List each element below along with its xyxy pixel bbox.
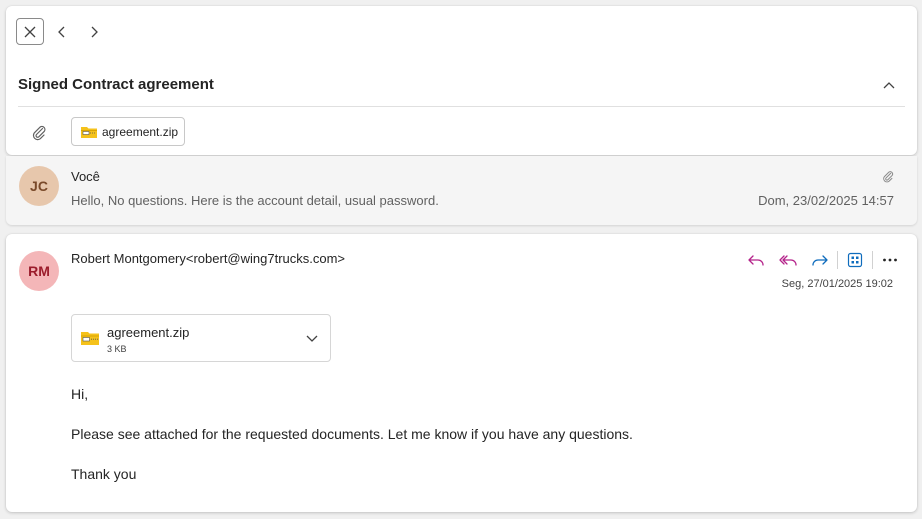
paperclip-icon — [32, 125, 46, 141]
message-body-text: Please see attached for the requested do… — [71, 426, 633, 442]
forward-button[interactable] — [804, 248, 836, 272]
zip-folder-icon — [81, 126, 97, 138]
separator — [872, 251, 873, 269]
attachment-size: 3 KB — [107, 344, 127, 354]
apps-button[interactable] — [839, 248, 871, 272]
attachment-card[interactable]: agreement.zip 3 KB — [71, 314, 331, 362]
reply-button[interactable] — [740, 248, 772, 272]
close-icon — [24, 26, 36, 37]
message-actions — [740, 248, 906, 272]
message-date: Dom, 23/02/2025 14:57 — [758, 193, 894, 208]
paperclip-icon — [883, 171, 894, 183]
message-sender[interactable]: Robert Montgomery<robert@wing7trucks.com… — [71, 251, 345, 266]
avatar: RM — [19, 251, 59, 291]
next-message-button[interactable] — [82, 18, 106, 45]
reply-icon — [748, 255, 764, 266]
close-button[interactable] — [16, 18, 44, 45]
conversation-header: Signed Contract agreement agreement.zip — [6, 6, 917, 155]
forward-icon — [812, 255, 828, 266]
apps-icon — [847, 252, 863, 268]
message-body-greeting: Hi, — [71, 386, 89, 402]
chevron-left-icon — [58, 26, 65, 37]
chevron-up-icon — [883, 82, 895, 89]
message-preview: Hello, No questions. Here is the account… — [71, 193, 439, 208]
divider — [18, 106, 905, 107]
more-button[interactable] — [874, 248, 906, 272]
message-body-closing: Thank you — [71, 466, 137, 482]
zip-folder-icon — [81, 332, 99, 345]
attachment-chip-label: agreement.zip — [102, 124, 179, 139]
attachment-chip[interactable]: agreement.zip — [71, 117, 185, 146]
reply-all-button[interactable] — [772, 248, 804, 272]
message-collapsed[interactable]: JC Você Hello, No questions. Here is the… — [6, 156, 917, 225]
attachment-name: agreement.zip — [107, 325, 190, 340]
collapse-button[interactable] — [878, 74, 900, 96]
separator — [837, 251, 838, 269]
avatar: JC — [19, 166, 59, 206]
chevron-down-icon[interactable] — [304, 330, 320, 346]
message-sender: Você — [71, 169, 100, 184]
more-icon — [883, 258, 897, 262]
previous-message-button[interactable] — [50, 18, 74, 45]
message-date: Seg, 27/01/2025 19:02 — [781, 278, 893, 290]
message-expanded: RM Robert Montgomery<robert@wing7trucks.… — [6, 234, 917, 512]
reply-all-icon — [779, 255, 797, 266]
conversation-subject: Signed Contract agreement — [18, 76, 214, 93]
chevron-right-icon — [91, 26, 98, 37]
